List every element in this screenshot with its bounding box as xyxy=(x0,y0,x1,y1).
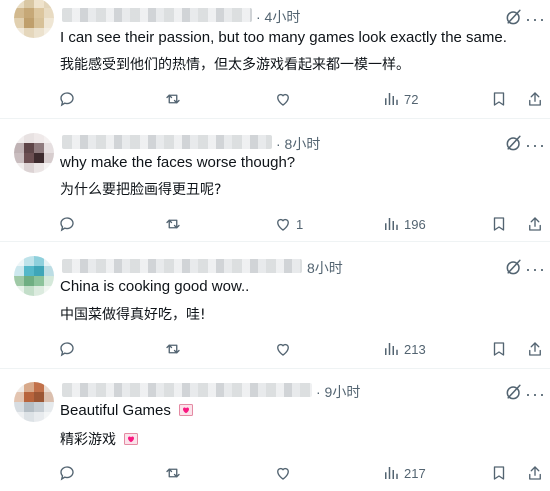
reply-card[interactable]: · 8小时 ··· why make the faces worse thoug… xyxy=(0,119,550,238)
retweet-icon xyxy=(166,94,180,104)
more-options-icon[interactable]: ··· xyxy=(525,260,546,278)
bookmark-icon xyxy=(493,217,505,231)
retweet-button[interactable] xyxy=(164,215,186,233)
grok-icon[interactable] xyxy=(504,7,524,27)
timestamp[interactable]: · 8小时 xyxy=(276,134,320,154)
like-icon xyxy=(277,93,289,106)
grok-icon[interactable] xyxy=(504,382,524,402)
grok-icon[interactable] xyxy=(504,257,524,277)
reply-icon xyxy=(60,92,74,107)
avatar[interactable] xyxy=(14,382,54,422)
reply-text: Beautiful Games xyxy=(60,402,194,419)
reply-button[interactable] xyxy=(58,90,80,108)
bookmark-button[interactable] xyxy=(490,340,508,358)
share-button[interactable] xyxy=(526,215,544,233)
reply-icon xyxy=(60,466,74,481)
like-icon xyxy=(277,343,289,356)
avatar[interactable] xyxy=(14,256,54,296)
bookmark-icon xyxy=(493,342,505,356)
reply-text: I can see their passion, but too many ga… xyxy=(60,29,507,46)
share-button[interactable] xyxy=(526,464,544,482)
timestamp[interactable]: 8小时 xyxy=(307,258,343,278)
like-icon xyxy=(277,467,289,480)
author-name-blurred[interactable] xyxy=(62,8,252,22)
avatar[interactable] xyxy=(14,0,54,38)
views-count: 217 xyxy=(404,465,426,481)
timestamp[interactable]: · 9小时 xyxy=(316,382,360,402)
action-bar: 1 196 xyxy=(58,215,541,237)
retweet-button[interactable] xyxy=(164,90,186,108)
reply-card[interactable]: · 4小时 ··· I can see their passion, but t… xyxy=(0,0,550,117)
author-name-blurred[interactable] xyxy=(62,135,272,149)
views-count: 213 xyxy=(404,341,426,357)
reply-icon xyxy=(60,217,74,232)
reply-card[interactable]: · 9小时 ··· Beautiful Games 精彩游戏 217 xyxy=(0,369,550,491)
views-count: 72 xyxy=(404,91,419,107)
more-options-icon[interactable]: ··· xyxy=(525,385,546,403)
views-icon xyxy=(385,93,398,105)
bookmark-button[interactable] xyxy=(490,90,508,108)
reply-text-content: Beautiful Games xyxy=(60,402,171,419)
reply-translation: 为什么要把脸画得更丑呢? xyxy=(60,182,222,198)
reply-translation: 中国菜做得真好吃，哇! xyxy=(60,307,206,323)
more-options-icon[interactable]: ··· xyxy=(525,136,546,154)
like-button[interactable]: 1 xyxy=(274,215,303,233)
action-bar: 213 xyxy=(58,340,541,362)
heart-letter-emoji xyxy=(179,404,194,416)
views-count: 196 xyxy=(404,216,426,232)
share-button[interactable] xyxy=(526,340,544,358)
reply-icon xyxy=(60,342,74,357)
like-count: 1 xyxy=(296,216,304,232)
like-button[interactable] xyxy=(274,464,296,482)
retweet-button[interactable] xyxy=(164,340,186,358)
reply-translation: 我能感受到他们的热情，但太多游戏看起来都一模一样。 xyxy=(60,57,410,73)
reply-translation: 精彩游戏 xyxy=(60,429,139,449)
timestamp[interactable]: · 4小时 xyxy=(256,7,300,27)
bookmark-icon xyxy=(493,466,505,480)
avatar[interactable] xyxy=(14,133,54,173)
views-button[interactable]: 217 xyxy=(382,464,426,482)
retweet-button[interactable] xyxy=(164,464,186,482)
like-button[interactable] xyxy=(274,340,296,358)
bookmark-button[interactable] xyxy=(490,464,508,482)
retweet-icon xyxy=(166,468,180,478)
views-button[interactable]: 213 xyxy=(382,340,426,358)
reply-text: why make the faces worse though? xyxy=(60,154,296,171)
author-name-blurred[interactable] xyxy=(62,259,302,273)
reply-button[interactable] xyxy=(58,464,80,482)
reply-button[interactable] xyxy=(58,215,80,233)
retweet-icon xyxy=(166,219,180,229)
views-icon xyxy=(385,218,398,230)
retweet-icon xyxy=(166,344,180,354)
views-button[interactable]: 72 xyxy=(382,90,418,108)
views-icon xyxy=(385,467,398,479)
share-button[interactable] xyxy=(526,90,544,108)
share-icon xyxy=(529,466,541,480)
more-options-icon[interactable]: ··· xyxy=(525,10,546,28)
like-icon xyxy=(277,218,289,231)
action-bar: 72 xyxy=(58,90,541,112)
reply-card[interactable]: 8小时 ··· China is cooking good wow.. 中国菜做… xyxy=(0,242,550,367)
share-icon xyxy=(529,342,541,356)
bookmark-button[interactable] xyxy=(490,215,508,233)
like-button[interactable] xyxy=(274,90,296,108)
action-bar: 217 xyxy=(58,464,541,486)
bookmark-icon xyxy=(493,92,505,106)
share-icon xyxy=(529,92,541,106)
author-name-blurred[interactable] xyxy=(62,383,312,397)
grok-icon[interactable] xyxy=(504,133,524,153)
reply-translation-content: 精彩游戏 xyxy=(60,432,116,448)
views-button[interactable]: 196 xyxy=(382,215,426,233)
reply-button[interactable] xyxy=(58,340,80,358)
reply-text: China is cooking good wow.. xyxy=(60,278,250,295)
views-icon xyxy=(385,343,398,355)
heart-letter-emoji xyxy=(124,433,139,445)
share-icon xyxy=(529,217,541,231)
